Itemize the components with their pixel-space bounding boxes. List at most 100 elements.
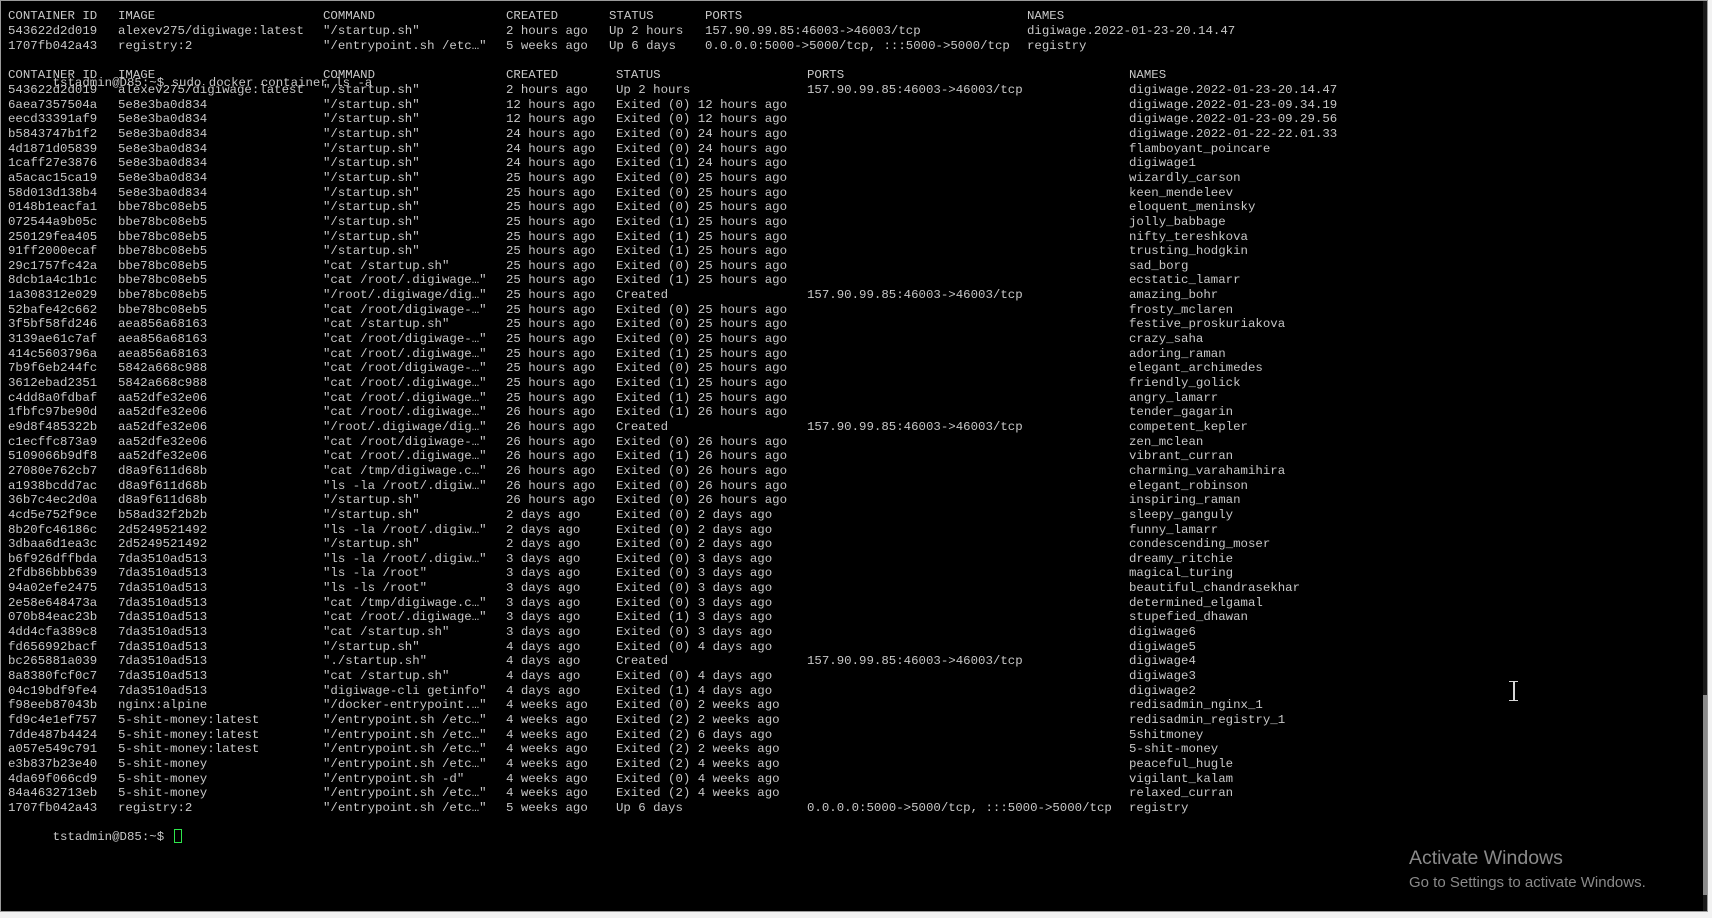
terminal-window[interactable]: tstadmin@D85:~$ sudo docker container ls… (0, 0, 1708, 912)
watermark-title: Activate Windows (1409, 847, 1563, 869)
table-status: Exited (0) 25 hours ago (616, 185, 788, 200)
table-status: Exited (1) 24 hours ago (616, 156, 788, 171)
upper-table-status: Up 2 hours (609, 24, 684, 38)
table-status: Exited (0) 26 hours ago (616, 434, 788, 449)
table-status: Exited (0) 12 hours ago (616, 97, 788, 112)
table-container-id: a5acac15ca19 (8, 170, 98, 185)
activate-windows-watermark: Activate Windows Go to Settings to activ… (1409, 846, 1646, 893)
upper-table-status: STATUS (609, 9, 654, 23)
table-names: amazing_bohr (1129, 288, 1219, 303)
table-created: 12 hours ago (506, 112, 596, 127)
table-names: elegant_robinson (1129, 478, 1248, 493)
table-status: Exited (1) 4 days ago (616, 683, 773, 698)
table-created: 26 hours ago (506, 493, 596, 508)
upper-table-created: 2 hours ago (506, 24, 588, 38)
table-names: sleepy_ganguly (1129, 507, 1234, 522)
table-image: bbe78bc08eb5 (118, 244, 208, 259)
table-image: 5e8e3ba0d834 (118, 185, 208, 200)
table-names: digiwage.2022-01-23-09.34.19 (1129, 97, 1338, 112)
table-names: nifty_tereshkova (1129, 229, 1248, 244)
table-created: 25 hours ago (506, 244, 596, 259)
table-command: "ls -la /root/.digiw…" (323, 522, 487, 537)
table-status: Exited (1) 25 hours ago (616, 346, 788, 361)
table-image: 7da3510ad513 (118, 566, 208, 581)
table-created: 2 days ago (506, 522, 581, 537)
table-image: d8a9f611d68b (118, 463, 208, 478)
table-image: 7da3510ad513 (118, 639, 208, 654)
table-created: 25 hours ago (506, 200, 596, 215)
table-command: "/root/.digiwage/dig…" (323, 288, 487, 303)
table-command: "cat /root/.digiwage…" (323, 376, 487, 390)
upper-table-ports: 157.90.99.85:46003->46003/tcp (705, 24, 921, 38)
table-created: 4 weeks ago (506, 698, 588, 713)
upper-table-image: registry:2 (118, 38, 193, 53)
table-created: 4 weeks ago (506, 786, 588, 801)
table-names: digiwage.2022-01-23-09.29.56 (1129, 112, 1338, 127)
table-container-id: 8b20fc46186c (8, 522, 98, 537)
vertical-scrollbar[interactable] (1703, 1, 1707, 911)
table-names: stupefied_dhawan (1129, 610, 1248, 625)
table-command: "cat /startup.sh" (323, 625, 450, 640)
table-created: 26 hours ago (506, 419, 596, 434)
table-command: "cat /root/.digiwage…" (323, 610, 487, 625)
table-container-id: 1caff27e3876 (8, 156, 98, 171)
table-status: Exited (1) 25 hours ago (616, 229, 788, 244)
table-names: inspiring_raman (1129, 493, 1241, 508)
table-command: "/entrypoint.sh /etc…" (323, 727, 487, 742)
table-command: "cat /root/.digiwage…" (323, 273, 487, 288)
table-command: "/entrypoint.sh /etc…" (323, 712, 487, 727)
scrollbar-thumb[interactable] (1703, 695, 1707, 895)
table-created: 25 hours ago (506, 390, 596, 405)
table-command: "ls -la /root/.digiw…" (323, 551, 487, 566)
table-created: 25 hours ago (506, 376, 596, 390)
table-names: digiwage6 (1129, 625, 1196, 640)
table-command: "/startup.sh" (323, 639, 420, 654)
table-container-id: b6f926dffbda (8, 551, 98, 566)
table-status: Exited (2) 4 weeks ago (616, 756, 780, 771)
table-container-id: a057e549c791 (8, 742, 98, 757)
table-container-id: fd656992bacf (8, 639, 98, 654)
table-image: bbe78bc08eb5 (118, 302, 208, 317)
table-created: 26 hours ago (506, 405, 596, 420)
table-container-id: 29c1757fc42a (8, 258, 98, 273)
table-status: Up 6 days (616, 800, 683, 815)
table-container-id: 3dbaa6d1ea3c (8, 537, 98, 552)
upper-table-names: NAMES (1027, 9, 1065, 23)
upper-table-command: COMMAND (323, 9, 376, 23)
table-status: Exited (0) 3 days ago (616, 566, 773, 581)
table-created: 2 days ago (506, 537, 581, 552)
table-container-id: 543622d2d019 (8, 83, 98, 97)
table-image: bbe78bc08eb5 (118, 229, 208, 244)
table-names: determined_elgamal (1129, 595, 1263, 610)
upper-table-command: "/entrypoint.sh /etc…" (323, 38, 487, 53)
table-command: "ls -la /root/.digiw…" (323, 478, 487, 493)
table-image: 5-shit-money (118, 786, 208, 801)
upper-table-container-id: 543622d2d019 (8, 24, 98, 38)
table-status: Up 2 hours (616, 83, 691, 97)
table-image: 7da3510ad513 (118, 683, 208, 698)
table-command: "ls -la /root" (323, 566, 428, 581)
table-command: "cat /root/digiwage-…" (323, 361, 487, 376)
table-container-id: 1fbfc97be90d (8, 405, 98, 420)
table-command: "/startup.sh" (323, 244, 420, 259)
table-container-id: 8dcb1a4c1b1c (8, 273, 98, 288)
table-image: 5e8e3ba0d834 (118, 97, 208, 112)
table-created: 26 hours ago (506, 434, 596, 449)
table-image: 5e8e3ba0d834 (118, 156, 208, 171)
table-container-id: 3139ae61c7af (8, 332, 98, 347)
table-names: relaxed_curran (1129, 786, 1234, 801)
table-created: 24 hours ago (506, 126, 596, 141)
upper-table-image: alexev275/digiwage:latest (118, 24, 304, 38)
table-container-id: CONTAINER ID (8, 68, 98, 82)
table-created: 3 days ago (506, 566, 581, 581)
table-names: vibrant_curran (1129, 449, 1234, 464)
table-status: Exited (0) 24 hours ago (616, 126, 788, 141)
table-command: "/startup.sh" (323, 229, 420, 244)
table-names: frosty_mclaren (1129, 302, 1234, 317)
table-names: jolly_babbage (1129, 214, 1226, 229)
table-status: Exited (0) 26 hours ago (616, 463, 788, 478)
table-names: elegant_archimedes (1129, 361, 1263, 376)
table-image: 7da3510ad513 (118, 669, 208, 683)
table-image: 5-shit-money:latest (118, 712, 260, 727)
table-command: "/startup.sh" (323, 537, 420, 552)
